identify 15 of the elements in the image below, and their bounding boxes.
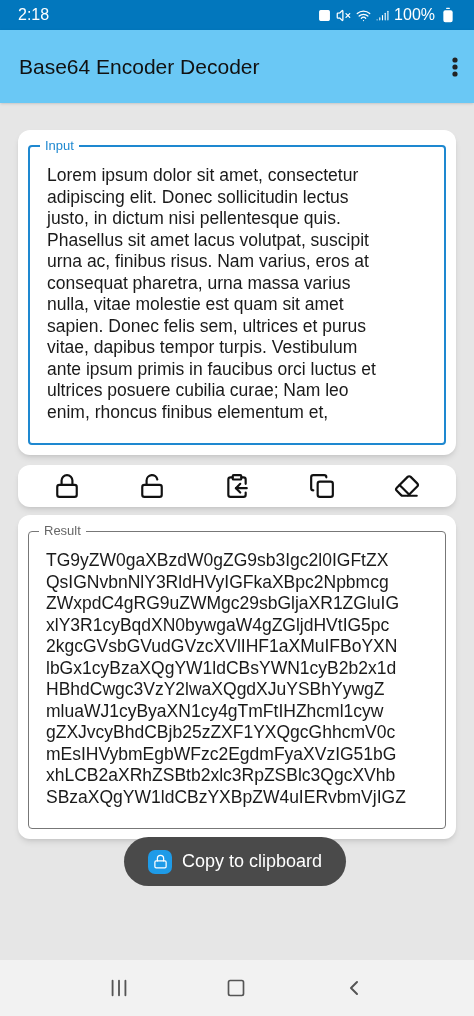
field-label: Input [44, 137, 75, 155]
app-title: Base64 Encoder Decoder [19, 53, 260, 80]
wifi-icon [356, 7, 372, 23]
clock-text: 2:18 [18, 5, 50, 25]
field-label: Result [43, 522, 82, 540]
more-options-icon [452, 56, 458, 77]
home-icon[interactable] [226, 978, 246, 998]
signal-icon [376, 8, 390, 22]
field-text: TG9yZW0gaXBzdW0gZG9sb3Igc2l0IGFtZX QsIGNvbnNlY3RldHVyIGFkaXBpc2Npbmcg ZWxpdC4gRG9uZWMgc29sbGljaXR1ZGluIG xlY3R1cyBqdXN0bywgaW4gZGljdHVtIG5pc 2kgcGVsbGVudGVzcXVlIHF1aXMuIFBoYXN lbGx1cyBzaXQgYW1ldCBsYWN1cyB2b2x1d HBhdCwgc3VzY2lwaXQgdXJuYSBhYywgZ mluaWJ1cyByaXN1cy4gTmFtIHZhcml1cyw gZXJvcyBhdCBjb25zZXF1YXQgcGhhcmV0c mEsIHVybmEgbWFzc2EgdmFyaXVzIG51bG xhLCB2aXRhZSBtb2xlc3RpZSBlc3QgcXVhb SBzaXQgYW1ldCBzYXBpZW4uIERvbmVjIGZ [46, 550, 407, 808]
battery-icon [440, 7, 456, 23]
field-text: Lorem ipsum dolor sit amet, consectetur adipiscing elit. Donec sollicitudin lectus justo, in dictum nisi pellentesque quis. Phasellus sit amet lacus volutpat, suscipit urna ac, finibus risus. Nam varius, eros at consequat pharetra, urna massa varius nulla, vitae molestie est quam sit amet sapien. Donec felis sem, ultrices et purus vitae, dapibus tempor turpis. Vestibulum ante ipsum primis in faucibus orci luctus et ultrices posuere cubilia curae; Nam leo enim, rhoncus finibus elementum et, [47, 165, 377, 423]
mute-icon [336, 7, 352, 23]
battery-text: 100% [394, 5, 435, 25]
app-icon [148, 849, 172, 874]
toast-text: Copy to clipboard [182, 850, 323, 873]
